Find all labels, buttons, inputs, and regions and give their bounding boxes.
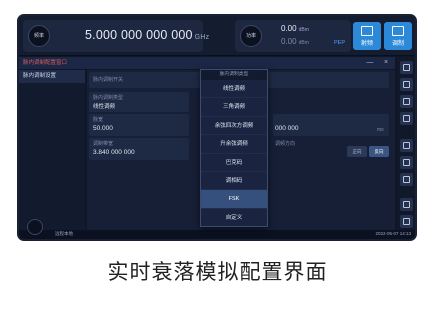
frequency-button[interactable]: 频率 (28, 25, 50, 47)
rf-icon (361, 26, 373, 36)
dropdown-item-cos4-fm[interactable]: 余弦四次方调频 (201, 117, 267, 136)
bandwidth-label: 脉宽 (93, 117, 104, 123)
window-icon[interactable] (400, 198, 413, 211)
home-icon[interactable] (400, 61, 413, 74)
type-value: 线性调频 (93, 104, 116, 110)
amplitude-block[interactable]: 功率 0.00 dBm 0.00 dBm PEP (235, 20, 351, 52)
direction-label: 调频方向 (275, 141, 296, 147)
minimize-button[interactable]: — (363, 57, 377, 69)
table-icon[interactable] (400, 139, 413, 152)
close-button[interactable]: × (379, 57, 393, 69)
dropdown-item-custom[interactable]: 自定义 (201, 209, 267, 227)
dropdown-header: 脉内调制类型 (201, 70, 267, 80)
undo-icon[interactable] (400, 173, 413, 186)
amplitude-sub-value: 0.00 (281, 37, 297, 46)
pep-label: PEP (333, 40, 345, 46)
pulse-width-value: 000 000 (275, 125, 299, 132)
frequency-value: 5.000 000 000 000 (85, 28, 193, 42)
frequency-readout: 5.000 000 000 000 GHz (85, 28, 209, 42)
rf-button[interactable]: 射频 (353, 22, 381, 50)
amplitude-button[interactable]: 功率 (240, 25, 262, 47)
rf-button-label: 射频 (360, 41, 373, 47)
status-text: 远程本地 (55, 231, 73, 236)
frequency-unit: GHz (194, 34, 210, 41)
direction-negative-button[interactable]: 反向 (369, 146, 389, 157)
chat-icon[interactable] (400, 112, 413, 125)
list-icon[interactable] (400, 95, 413, 108)
modulation-button[interactable]: 调制 (384, 22, 412, 50)
amplitude-sub-unit: dBm (298, 40, 309, 46)
modulation-button-label: 调制 (391, 41, 404, 47)
amplitude-readout: 0.00 dBm (281, 24, 309, 33)
modulation-bandwidth-value: 3.840 000 000 (93, 149, 135, 156)
status-bar: 远程本地 2022-05-07 14:13 (19, 219, 415, 239)
left-nav: 脉内调制设置 (19, 70, 85, 230)
dropdown-item-raised-cos-fm[interactable]: 升余弦调频 (201, 135, 267, 154)
settings-icon[interactable] (400, 215, 413, 228)
direction-positive-button[interactable]: 正向 (347, 146, 367, 157)
dropdown-item-phase-code[interactable]: 调相码 (201, 172, 267, 191)
pulse-width-unit: ms (377, 127, 384, 133)
switch-label: 脉内调制开关 (93, 77, 124, 83)
modulation-bandwidth-label: 调制带宽 (93, 141, 114, 147)
save-icon[interactable] (400, 156, 413, 169)
dropdown-item-linear-fm[interactable]: 线性调频 (201, 80, 267, 99)
type-dropdown[interactable]: 脉内调制类型 线性调频 三角调频 余弦四次方调频 升余弦调频 巴克码 调相码 F… (200, 69, 268, 227)
panel-title: 脉内调制配置窗口 (19, 57, 395, 69)
right-toolbar (397, 57, 415, 230)
local-remote-icon[interactable] (27, 219, 43, 235)
caption: 实时衰落模拟配置界面 (107, 260, 328, 284)
amplitude-value: 0.00 (281, 24, 297, 33)
top-bar: 频率 5.000 000 000 000 GHz 功率 0.00 dBm 0.00 d… (19, 16, 415, 56)
amplitude-unit: dBm (298, 27, 309, 33)
dropdown-item-barker[interactable]: 巴克码 (201, 154, 267, 172)
nav-item-pulse-mod-settings[interactable]: 脉内调制设置 (19, 70, 85, 83)
dropdown-item-triangle-fm[interactable]: 三角调频 (201, 98, 267, 117)
amplitude-sub-readout: 0.00 dBm (281, 37, 309, 46)
dropdown-item-fsk[interactable]: FSK (201, 190, 267, 209)
sweep-icon[interactable] (400, 78, 413, 91)
instrument-screen: 频率 5.000 000 000 000 GHz 功率 0.00 dBm 0.00 d… (17, 14, 417, 241)
bandwidth-value: 50.000 (93, 125, 113, 132)
type-label: 脉内调制类型 (93, 95, 124, 101)
modulation-icon (392, 26, 404, 36)
frequency-block[interactable]: 频率 5.000 000 000 000 GHz (23, 20, 209, 52)
datetime: 2022-05-07 14:13 (375, 231, 411, 236)
